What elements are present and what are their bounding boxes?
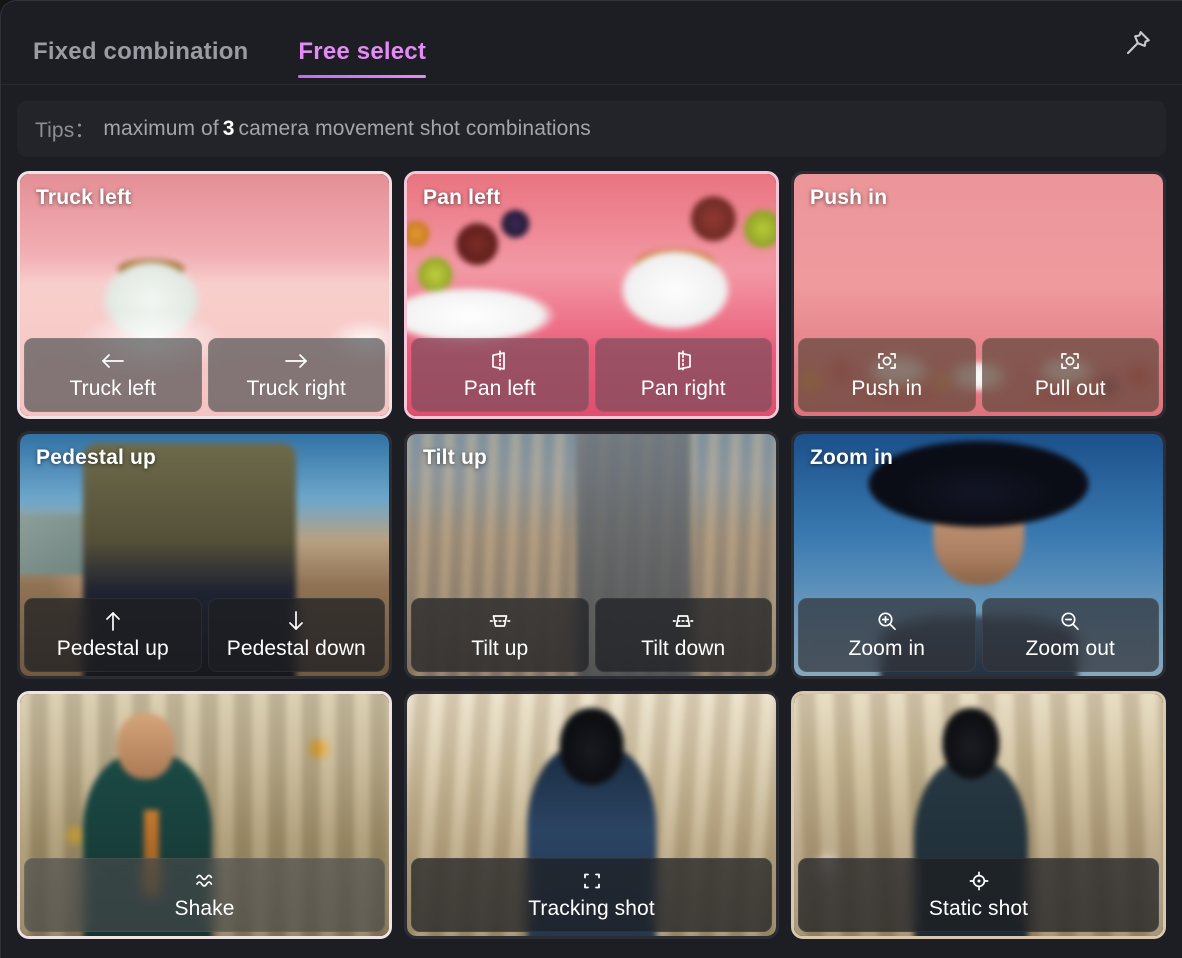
tilt-up-icon xyxy=(487,609,513,633)
option-label: Tilt down xyxy=(641,637,726,660)
option-row: Static shot xyxy=(798,858,1159,932)
static-shot-icon xyxy=(966,869,992,893)
tips-count: 3 xyxy=(222,117,235,140)
arrow-left-icon xyxy=(100,349,126,373)
camera-movement-grid: Truck left Truck left Truck right Pan le… xyxy=(1,157,1182,955)
card-title: Zoom in xyxy=(810,446,894,469)
option-push-in[interactable]: Push in xyxy=(798,338,976,412)
option-pedestal-down[interactable]: Pedestal down xyxy=(207,598,385,672)
option-zoom-out[interactable]: Zoom out xyxy=(981,598,1159,672)
tips-label: Tips： xyxy=(35,119,96,142)
option-label: Pedestal up xyxy=(56,637,169,660)
option-label: Pan right xyxy=(640,377,726,400)
card-pedestal[interactable]: Pedestal up Pedestal up Pedestal down xyxy=(17,431,392,679)
tracking-shot-icon xyxy=(579,869,605,893)
option-label: Zoom out xyxy=(1025,637,1115,660)
option-label: Static shot xyxy=(928,897,1029,920)
shake-icon xyxy=(190,869,220,893)
pin-icon xyxy=(1123,28,1153,58)
option-row: Tilt up Tilt down xyxy=(411,598,772,672)
option-truck-left[interactable]: Truck left xyxy=(24,338,202,412)
option-label: Zoom in xyxy=(848,637,926,660)
option-label: Shake xyxy=(174,897,235,920)
card-title: Tilt up xyxy=(423,446,488,469)
tab-bar: Fixed combination Free select xyxy=(1,1,1182,85)
option-pull-out[interactable]: Pull out xyxy=(981,338,1159,412)
card-tilt[interactable]: Tilt up Tilt up Tilt down xyxy=(404,431,779,679)
option-tilt-down[interactable]: Tilt down xyxy=(594,598,772,672)
option-truck-right[interactable]: Truck right xyxy=(207,338,385,412)
card-push[interactable]: Push in Push in Pull out xyxy=(791,171,1166,419)
option-label: Tilt up xyxy=(471,637,529,660)
option-row: Truck left Truck right xyxy=(24,338,385,412)
card-static-shot[interactable]: Static shot xyxy=(791,691,1166,939)
camera-movement-panel: Fixed combination Free select Tips： maxi… xyxy=(0,0,1182,958)
card-title: Pedestal up xyxy=(36,446,157,469)
card-pan[interactable]: Pan left Pan left Pan right xyxy=(404,171,779,419)
zoom-out-icon xyxy=(1057,609,1083,633)
pan-right-icon xyxy=(670,349,696,373)
card-title: Pan left xyxy=(423,186,501,209)
pin-button[interactable] xyxy=(1118,23,1158,63)
option-pan-right[interactable]: Pan right xyxy=(594,338,772,412)
option-pan-left[interactable]: Pan left xyxy=(411,338,589,412)
tab-free-select[interactable]: Free select xyxy=(298,40,426,78)
tips-bar: Tips： maximum of 3 camera movement shot … xyxy=(17,101,1166,157)
arrow-right-icon xyxy=(283,349,309,373)
card-tracking-shot[interactable]: Tracking shot xyxy=(404,691,779,939)
pull-out-icon xyxy=(1057,349,1083,373)
option-label: Push in xyxy=(851,377,923,400)
card-title: Push in xyxy=(810,186,888,209)
option-zoom-in[interactable]: Zoom in xyxy=(798,598,976,672)
tips-text-before: maximum of xyxy=(103,117,219,140)
arrow-up-icon xyxy=(101,609,125,633)
tips-text-after: camera movement shot combinations xyxy=(238,117,591,140)
option-label: Truck left xyxy=(69,377,157,400)
option-label: Tracking shot xyxy=(528,897,655,920)
option-static-shot[interactable]: Static shot xyxy=(798,858,1159,932)
tilt-down-icon xyxy=(670,609,696,633)
tab-fixed-combination[interactable]: Fixed combination xyxy=(33,40,248,78)
card-title: Truck left xyxy=(36,186,132,209)
option-label: Pull out xyxy=(1034,377,1106,400)
pan-left-icon xyxy=(487,349,513,373)
option-label: Truck right xyxy=(246,377,346,400)
option-label: Pan left xyxy=(463,377,536,400)
push-in-icon xyxy=(874,349,900,373)
zoom-in-icon xyxy=(874,609,900,633)
card-zoom[interactable]: Zoom in Zoom in Zoom out xyxy=(791,431,1166,679)
option-row: Pedestal up Pedestal down xyxy=(24,598,385,672)
option-row: Pan left Pan right xyxy=(411,338,772,412)
option-shake[interactable]: Shake xyxy=(24,858,385,932)
option-row: Shake xyxy=(24,858,385,932)
option-tracking-shot[interactable]: Tracking shot xyxy=(411,858,772,932)
arrow-down-icon xyxy=(284,609,308,633)
option-pedestal-up[interactable]: Pedestal up xyxy=(24,598,202,672)
option-row: Tracking shot xyxy=(411,858,772,932)
option-tilt-up[interactable]: Tilt up xyxy=(411,598,589,672)
card-shake[interactable]: Shake xyxy=(17,691,392,939)
option-row: Push in Pull out xyxy=(798,338,1159,412)
option-row: Zoom in Zoom out xyxy=(798,598,1159,672)
option-label: Pedestal down xyxy=(226,637,366,660)
card-truck[interactable]: Truck left Truck left Truck right xyxy=(17,171,392,419)
